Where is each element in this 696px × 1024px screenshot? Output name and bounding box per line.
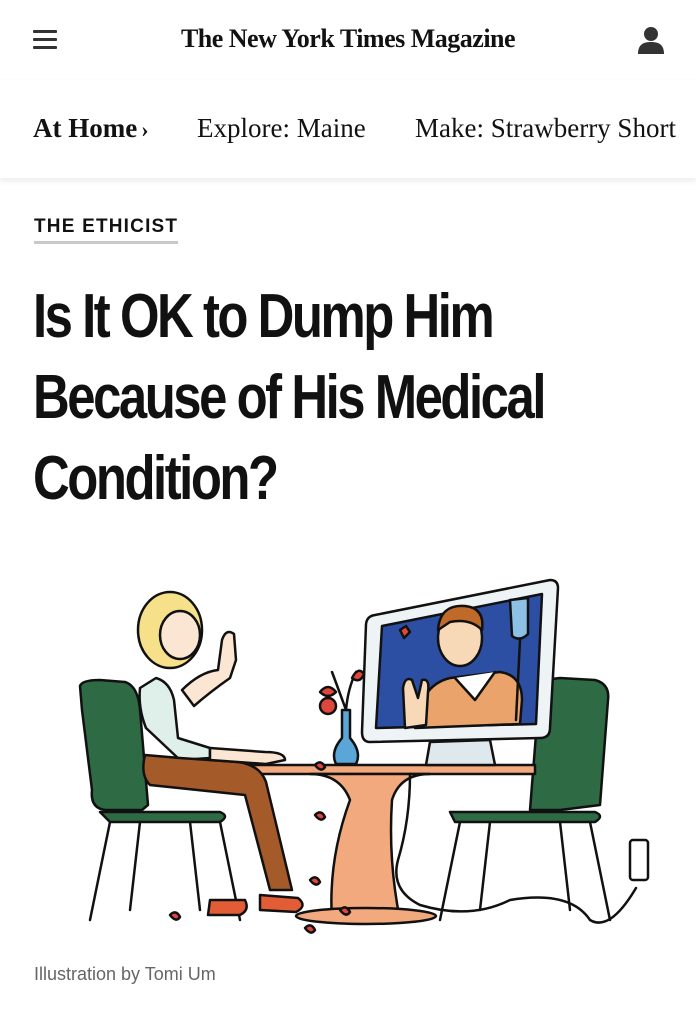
section-nav: At Home › Explore: Maine Make: Strawberry… (0, 80, 696, 178)
headline-line: Because of His Medical (33, 363, 546, 432)
vase-with-flowers (318, 669, 366, 766)
top-bar: The New York Times Magazine (0, 0, 696, 81)
nyt-magazine-logo[interactable]: The New York Times Magazine (0, 24, 696, 54)
person-icon[interactable] (636, 25, 666, 55)
chevron-right-icon: › (141, 117, 149, 142)
headline-line: Is It OK to Dump Him (33, 282, 495, 351)
nav-item-make-strawberry[interactable]: Make: Strawberry Short (415, 113, 676, 144)
section-kicker[interactable]: THE ETHICIST (34, 216, 179, 244)
cable-and-outlet (395, 772, 650, 924)
article-headline: Is It OK to Dump Him Because of His Medi… (33, 276, 550, 519)
nav-item-label: At Home (33, 113, 138, 143)
woman-figure (136, 590, 304, 917)
headline-line: Condition? (33, 444, 279, 513)
article-illustration (78, 578, 650, 934)
illustration-credit: Illustration by Tomi Um (34, 964, 216, 984)
computer-monitor (360, 578, 560, 767)
nav-item-at-home[interactable]: At Home › (33, 113, 149, 144)
nav-item-explore-maine[interactable]: Explore: Maine (197, 113, 366, 144)
